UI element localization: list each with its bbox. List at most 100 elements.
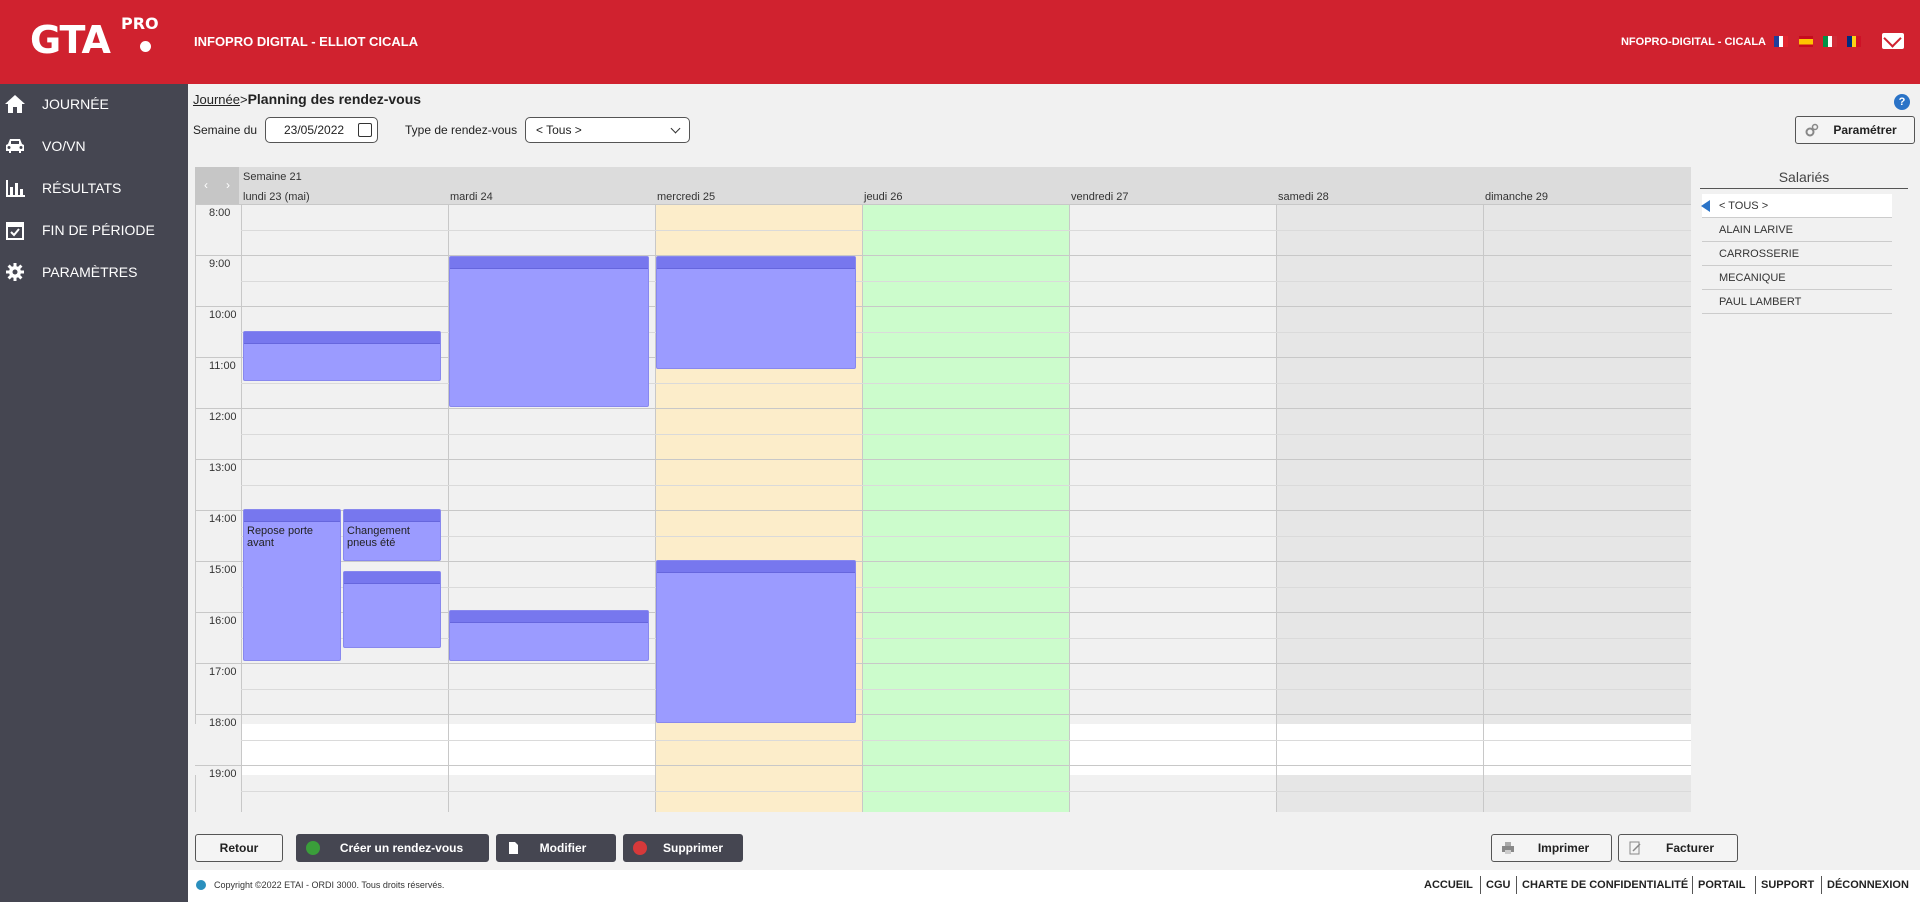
calendar-icon[interactable] (358, 123, 372, 137)
breadcrumb: Journée>Planning des rendez-vous (193, 91, 421, 107)
company-name: INFOPRO DIGITAL - ELLIOT CICALA (194, 34, 419, 49)
footer-link-support[interactable]: SUPPORT (1761, 879, 1814, 891)
footer-link-charte[interactable]: CHARTE DE CONFIDENTIALITÉ (1522, 879, 1688, 891)
employee-item-all[interactable]: < TOUS > (1701, 194, 1892, 218)
appointment-block[interactable] (449, 610, 649, 661)
hour-label: 8:00 (209, 207, 231, 219)
document-icon (509, 842, 518, 854)
home-icon (5, 95, 25, 113)
half-hour-line (241, 740, 1691, 741)
help-icon[interactable]: ? (1894, 94, 1910, 110)
footer-link-accueil[interactable]: ACCUEIL (1424, 879, 1473, 891)
hour-label: 9:00 (209, 258, 231, 270)
footer-separator (1480, 876, 1481, 894)
parametrer-label: Paramétrer (1833, 123, 1897, 137)
sidebar-item-vo-vn[interactable]: VO/VN (0, 126, 188, 166)
appointment-block[interactable] (449, 256, 649, 407)
appointment-type-value: < Tous > (536, 123, 582, 137)
day-header-sunday: dimanche 29 (1485, 191, 1548, 203)
footer-separator (1516, 876, 1517, 894)
parametrer-button[interactable]: Paramétrer (1795, 116, 1915, 144)
hour-label: 17:00 (209, 666, 237, 678)
half-hour-line (241, 791, 1691, 792)
invoice-label: Facturer (1665, 841, 1715, 855)
print-label: Imprimer (1537, 841, 1590, 855)
gta-pro-logo[interactable]: GTA PRO (30, 14, 159, 62)
create-appointment-label: Créer un rendez-vous (339, 841, 464, 855)
footer-separator (1692, 876, 1693, 894)
week-date-value: 23/05/2022 (284, 123, 345, 137)
footer-link-cgu[interactable]: CGU (1486, 879, 1510, 891)
sidebar-item-label: FIN DE PÉRIODE (42, 222, 155, 238)
appointment-block[interactable]: Changement pneus été (343, 509, 441, 561)
day-header-saturday: samedi 28 (1278, 191, 1329, 203)
chevron-down-icon (670, 123, 681, 134)
flag-it-icon[interactable] (1823, 36, 1837, 47)
employee-item[interactable]: ALAIN LARIVE (1702, 218, 1892, 242)
hour-label: 10:00 (209, 309, 237, 321)
day-header-wednesday: mercredi 25 (657, 191, 716, 203)
day-header-friday: vendredi 27 (1071, 191, 1129, 203)
delete-button[interactable]: Supprimer (623, 834, 743, 862)
sidebar-item-journee[interactable]: JOURNÉE (0, 84, 188, 124)
invoice-button[interactable]: Facturer (1618, 834, 1738, 862)
gear-icon (6, 263, 24, 281)
print-button[interactable]: Imprimer (1491, 834, 1612, 862)
logo-text: GTA (30, 18, 111, 62)
user-account[interactable]: NFOPRO-DIGITAL - CICALA (1621, 36, 1766, 48)
flag-ro-icon[interactable] (1847, 36, 1861, 47)
mail-icon[interactable] (1882, 33, 1904, 49)
sidebar-item-label: RÉSULTATS (42, 180, 122, 196)
appointment-text: Changement pneus été (347, 525, 410, 549)
week-bar (195, 167, 1691, 188)
appointment-type-select[interactable]: < Tous > (525, 117, 690, 143)
car-icon (6, 139, 24, 153)
appointment-header (344, 510, 440, 522)
employee-label: CARROSSERIE (1719, 248, 1800, 260)
employee-item[interactable]: PAUL LAMBERT (1702, 290, 1892, 314)
minus-icon (633, 841, 647, 855)
sidebar-item-resultats[interactable]: RÉSULTATS (0, 168, 188, 208)
appointment-block[interactable] (243, 331, 441, 381)
employee-item[interactable]: CARROSSERIE (1702, 242, 1892, 266)
settings-icon (1805, 123, 1819, 137)
day-header-tuesday: mardi 24 (450, 191, 493, 203)
flag-fr-icon[interactable] (1774, 36, 1788, 47)
selected-arrow-icon (1701, 200, 1710, 212)
modify-button[interactable]: Modifier (496, 834, 616, 862)
calendar-grid: ‹ › Semaine 21 lundi 23 (mai) mardi 24 m… (195, 167, 1691, 812)
sidebar-item-label: VO/VN (42, 138, 86, 154)
half-hour-line (241, 485, 1691, 486)
hour-label: 12:00 (209, 411, 237, 423)
hour-label: 18:00 (209, 717, 237, 729)
delete-label: Supprimer (662, 841, 723, 855)
appointment-block[interactable] (656, 560, 856, 723)
sidebar-item-label: PARAMÈTRES (42, 264, 138, 280)
breadcrumb-link-journee[interactable]: Journée (193, 92, 240, 107)
footer-link-deconnexion[interactable]: DÉCONNEXION (1827, 879, 1909, 891)
create-appointment-button[interactable]: Créer un rendez-vous (296, 834, 489, 862)
appointment-header (244, 510, 340, 522)
week-label: Semaine du (193, 123, 258, 137)
appointment-block[interactable] (343, 571, 441, 648)
breadcrumb-separator: > (239, 92, 248, 107)
previous-week-button[interactable]: ‹ (195, 167, 217, 204)
top-header: GTA PRO INFOPRO DIGITAL - ELLIOT CICALA … (0, 0, 1920, 84)
appointment-block[interactable]: Repose porte avant (243, 509, 341, 661)
employees-title: Salariés (1700, 169, 1908, 189)
flag-es-icon[interactable] (1799, 36, 1813, 47)
next-week-button[interactable]: › (217, 167, 239, 204)
sidebar-item-fin-de-periode[interactable]: FIN DE PÉRIODE (0, 210, 188, 250)
employee-item[interactable]: MECANIQUE (1702, 266, 1892, 290)
appointment-header (450, 257, 648, 269)
employee-label: < TOUS > (1719, 200, 1769, 212)
sidebar-item-label: JOURNÉE (42, 96, 109, 112)
week-date-input[interactable]: 23/05/2022 (265, 117, 378, 143)
day-header-monday: lundi 23 (mai) (243, 191, 310, 203)
employee-label: PAUL LAMBERT (1719, 296, 1802, 308)
appointment-header (657, 257, 855, 269)
back-button[interactable]: Retour (195, 834, 283, 862)
footer-link-portail[interactable]: PORTAIL (1698, 879, 1745, 891)
appointment-block[interactable] (656, 256, 856, 369)
sidebar-item-parametres[interactable]: PARAMÈTRES (0, 252, 188, 292)
